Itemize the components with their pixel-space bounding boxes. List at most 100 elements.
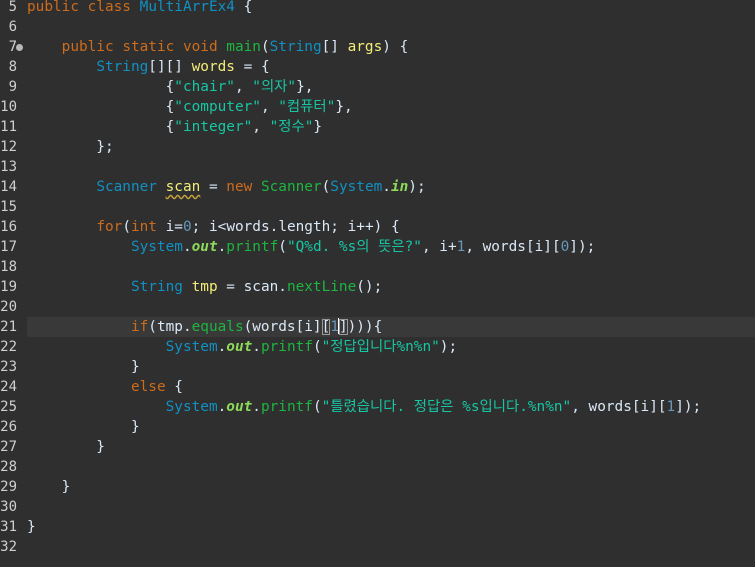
code-token: out — [226, 399, 253, 415]
code-token: printf — [260, 339, 313, 355]
line-number: 28 — [0, 459, 17, 475]
code-line[interactable] — [27, 457, 755, 477]
code-line[interactable]: public class MultiArrEx4 { — [27, 0, 755, 17]
code-line[interactable]: }; — [27, 137, 755, 157]
code-token: ( — [122, 219, 131, 235]
code-token: out — [191, 239, 218, 255]
code-token: }, — [335, 99, 353, 115]
code-token: ( — [321, 179, 331, 195]
code-line[interactable]: System.out.printf("정답입니다%n%n"); — [27, 337, 755, 357]
code-token: new — [226, 179, 253, 195]
code-line[interactable]: else { — [27, 377, 755, 397]
line-number: 30 — [0, 499, 17, 515]
code-token: = scan. — [217, 279, 287, 295]
code-token: words — [191, 59, 235, 75]
code-token: . — [217, 399, 227, 415]
code-token: 0 — [560, 239, 570, 255]
code-token: ); — [439, 339, 458, 355]
code-token: in — [390, 179, 409, 195]
code-line[interactable] — [27, 537, 755, 557]
line-number: 19 — [0, 279, 17, 295]
code-token: "Q%d. %s의 뜻은?" — [286, 239, 422, 255]
code-token: System — [330, 179, 383, 195]
line-number: 32 — [0, 539, 17, 555]
code-token: ( — [312, 399, 322, 415]
code-token: ) { — [382, 39, 409, 55]
code-token: ; i++) { — [330, 219, 400, 235]
code-token: { — [27, 99, 175, 115]
code-line[interactable]: } — [27, 357, 755, 377]
code-token: i= — [156, 219, 183, 235]
code-token: , words[i][ — [465, 239, 561, 255]
code-line[interactable]: String tmp = scan.nextLine(); — [27, 277, 755, 297]
code-line[interactable]: if(tmp.equals(words[i][1]))){ — [27, 317, 755, 337]
code-token: . — [217, 239, 227, 255]
code-token: "integer" — [174, 119, 253, 135]
code-line[interactable]: public static void main(String[] args) { — [27, 37, 755, 57]
code-token: . — [252, 399, 261, 415]
code-line[interactable]: {"integer", "정수"} — [27, 117, 755, 137]
line-number: 8 — [8, 59, 17, 75]
code-token: ( — [278, 239, 287, 255]
code-token: ; i< — [191, 219, 227, 235]
code-token: , — [260, 99, 279, 115]
code-line[interactable]: for(int i=0; i<words.length; i++) { — [27, 217, 755, 237]
code-line[interactable]: Scanner scan = new Scanner(System.in); — [27, 177, 755, 197]
line-number: 31 — [0, 519, 17, 535]
code-token: }; — [27, 139, 114, 155]
line-number: 14 — [0, 179, 17, 195]
code-line[interactable]: String[][] words = { — [27, 57, 755, 77]
code-line[interactable] — [27, 497, 755, 517]
code-token: . — [182, 239, 192, 255]
code-line[interactable] — [27, 197, 755, 217]
code-line[interactable]: } — [27, 437, 755, 457]
code-line[interactable]: } — [27, 477, 755, 497]
code-token: "컴퓨터" — [278, 99, 336, 115]
code-line[interactable]: } — [27, 517, 755, 537]
code-token: "정답입니다%n%n" — [321, 339, 440, 355]
code-line[interactable] — [27, 17, 755, 37]
code-line[interactable] — [27, 157, 755, 177]
code-line[interactable]: {"chair", "의자"}, — [27, 77, 755, 97]
code-token: }, — [296, 79, 314, 95]
code-line[interactable]: System.out.printf("틀렸습니다. 정답은 %s입니다.%n%n… — [27, 397, 755, 417]
code-token: , words[i][ — [571, 399, 667, 415]
override-marker-icon[interactable] — [16, 44, 23, 51]
code-line[interactable]: } — [27, 417, 755, 437]
code-token: int — [130, 219, 157, 235]
code-token: equals — [191, 319, 244, 335]
code-line[interactable] — [27, 297, 755, 317]
code-token: = — [200, 179, 227, 195]
code-token: words — [226, 219, 270, 235]
code-token: System — [130, 239, 183, 255]
code-token: . — [252, 339, 261, 355]
code-token: out — [226, 339, 253, 355]
code-token: ))){ — [347, 319, 383, 335]
code-token: (); — [356, 279, 383, 295]
code-line[interactable]: System.out.printf("Q%d. %s의 뜻은?", i+1, w… — [27, 237, 755, 257]
code-line[interactable] — [27, 257, 755, 277]
code-token: nextLine — [286, 279, 357, 295]
code-token: , — [252, 119, 270, 135]
line-number: 17 — [0, 239, 17, 255]
code-token: args — [347, 39, 383, 55]
code-token: Scanner — [260, 179, 322, 195]
code-editor[interactable]: 5 6 7 8 9 10 11 12 13 14 15 16 17 18 19 20 21 22 23 24 25 26 2… — [0, 0, 755, 567]
code-token: Scanner — [96, 179, 157, 195]
line-number: 6 — [8, 19, 17, 35]
code-token: 0 — [182, 219, 192, 235]
code-token: printf — [260, 399, 313, 415]
code-line[interactable]: {"computer", "컴퓨터"}, — [27, 97, 755, 117]
line-number: 18 — [0, 259, 17, 275]
code-token: MultiArrEx4 — [139, 0, 235, 15]
code-token: String — [130, 279, 183, 295]
line-number: 25 — [0, 399, 17, 415]
